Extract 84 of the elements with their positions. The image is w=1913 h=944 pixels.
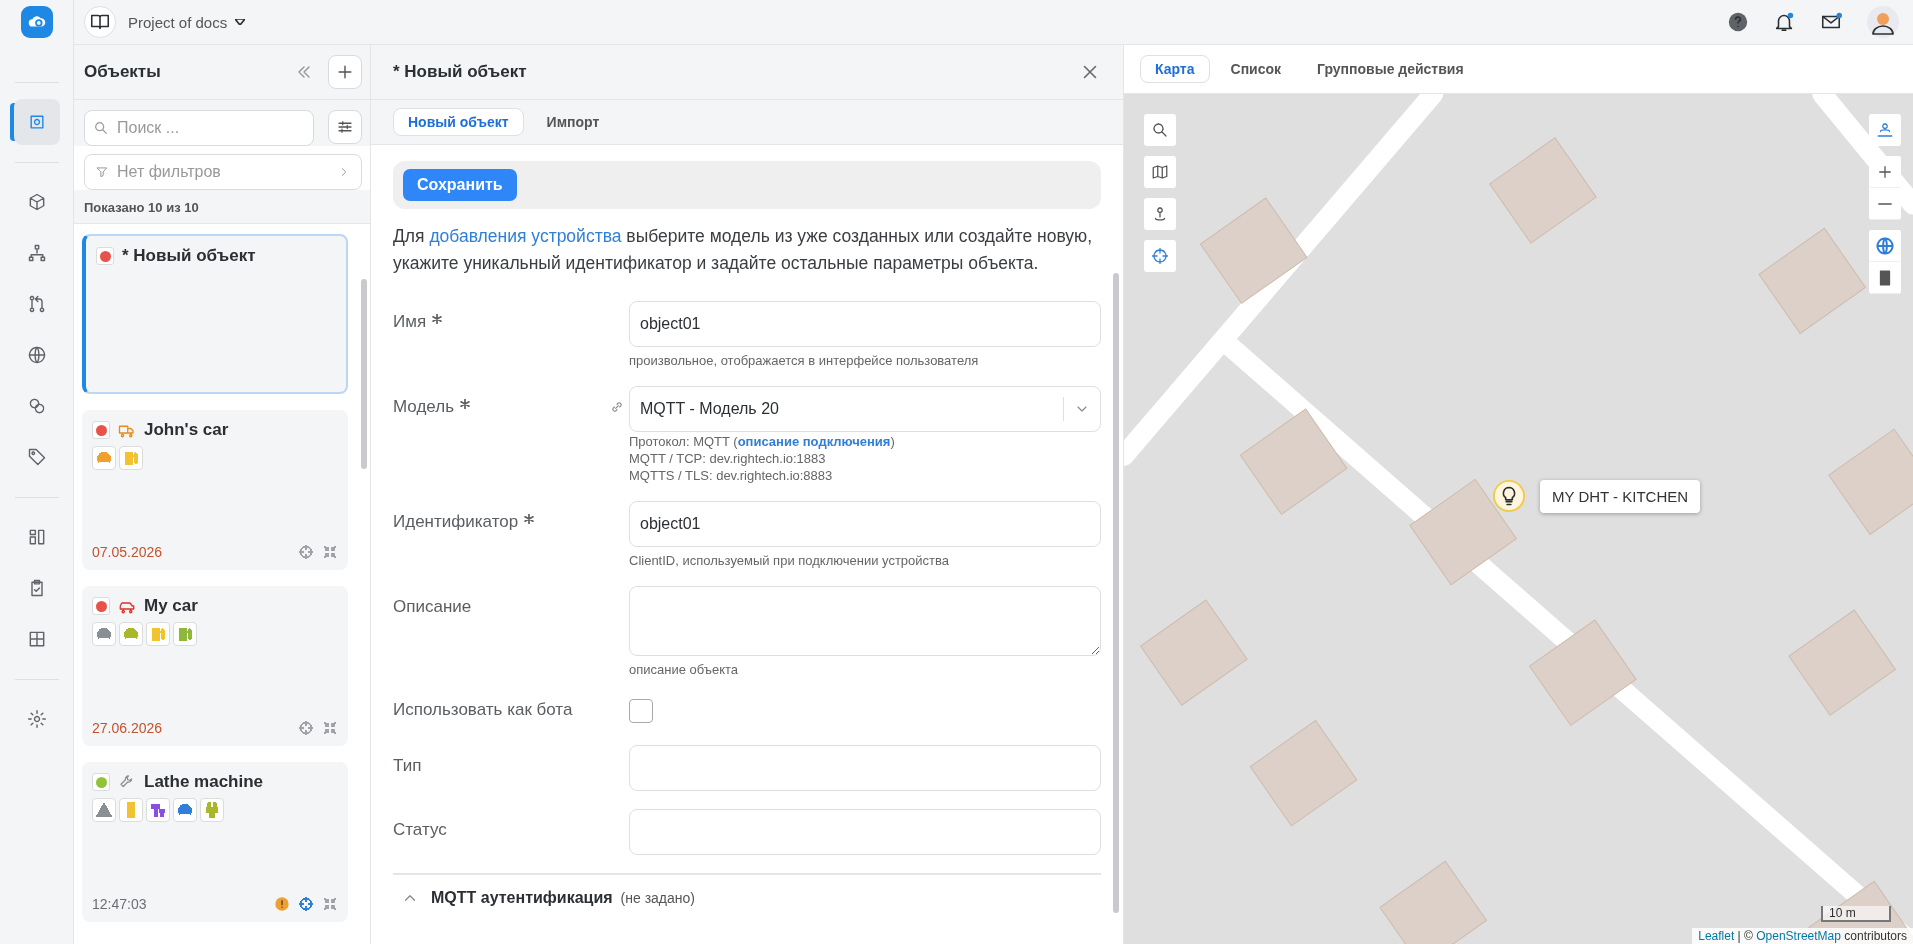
object-card[interactable]: John's car 07.05.2026: [82, 410, 348, 570]
leaflet-link[interactable]: Leaflet: [1698, 929, 1735, 943]
bell-icon[interactable]: [1773, 11, 1795, 33]
field-hint: ClientID, используемый при подключении устройства: [629, 553, 950, 568]
object-card[interactable]: * Новый объект: [82, 234, 348, 394]
panel-title: Объекты: [84, 62, 162, 82]
map-icon: [1151, 163, 1169, 181]
input-field[interactable]: [629, 809, 1101, 855]
map-attribution: Leaflet | © OpenStreetMap contributors: [1692, 928, 1913, 944]
form-title: * Новый объект: [393, 62, 528, 82]
field-hint: описание объекта: [629, 662, 739, 677]
zoom-in-button[interactable]: [1869, 156, 1901, 188]
section-title[interactable]: MQTT аутентификация: [431, 889, 613, 907]
search-icon: [1151, 121, 1169, 139]
scrollbar-thumb[interactable]: [361, 279, 367, 469]
connection-link[interactable]: описание подключения: [737, 434, 891, 449]
filter-settings-button[interactable]: [328, 110, 362, 144]
object-name: Lathe machine: [144, 772, 264, 792]
person-icon: [1876, 121, 1894, 139]
crosshair-icon[interactable]: [298, 544, 314, 560]
view-tab[interactable]: Карта: [1140, 55, 1210, 83]
field-label: Описание: [393, 597, 472, 617]
field-label: Использовать как бота: [393, 700, 573, 720]
field-label: Идентификатор: [393, 512, 519, 532]
help-icon[interactable]: [1727, 11, 1749, 33]
app-logo-icon[interactable]: [20, 6, 53, 38]
scrollbar-thumb[interactable]: [1113, 273, 1119, 913]
save-button[interactable]: Сохранить: [403, 169, 517, 201]
field-label: Тип: [393, 756, 422, 776]
sliders-icon: [336, 118, 354, 136]
object-card[interactable]: My car 27.06.2026: [82, 586, 348, 746]
input-field[interactable]: object01: [629, 501, 1101, 547]
protocol-text: Протокол: MQTT (описание подключения): [629, 434, 896, 449]
lightbulb-marker-icon[interactable]: [1492, 479, 1526, 513]
endpoint-text: MQTTS / TLS: dev.rightech.io:8883: [629, 468, 834, 483]
input-field[interactable]: [629, 745, 1101, 791]
field-label: Статус: [393, 820, 447, 840]
view-tab[interactable]: Групповые действия: [1302, 55, 1479, 83]
map-scale: 10 m: [1821, 906, 1891, 922]
osm-link[interactable]: OpenStreetMap: [1756, 929, 1841, 943]
map-crosshair-button[interactable]: [1144, 240, 1176, 272]
target-icon[interactable]: [13, 99, 60, 145]
map-person-pin-button[interactable]: [1144, 198, 1176, 230]
crosshair-icon: [1151, 247, 1169, 265]
book-icon[interactable]: [84, 6, 116, 38]
checkbox[interactable]: [629, 699, 653, 723]
locate-button[interactable]: [1869, 114, 1901, 146]
map-map-button[interactable]: [1144, 156, 1176, 188]
marker-tooltip: MY DHT - KITCHEN: [1540, 479, 1701, 513]
link-icon[interactable]: [609, 399, 625, 415]
object-name: John's car: [144, 420, 229, 440]
add-button[interactable]: [328, 55, 362, 89]
object-timestamp: 27.06.2026: [92, 720, 163, 736]
endpoint-text: MQTT / TCP: dev.rightech.io:1883: [629, 451, 827, 466]
minus-icon: [1878, 201, 1892, 206]
object-name: * Новый объект: [122, 246, 256, 266]
object-card[interactable]: Lathe machine 12:47:03: [82, 762, 348, 922]
view-tab[interactable]: Список: [1215, 55, 1297, 83]
project-selector[interactable]: Project of docs: [128, 13, 228, 31]
object-name: My car: [144, 596, 198, 616]
search-field[interactable]: Поиск ...: [84, 110, 314, 146]
search-icon: [93, 120, 109, 136]
globe-button[interactable]: [1869, 230, 1901, 262]
form-tab[interactable]: Импорт: [531, 108, 615, 136]
crosshair-icon[interactable]: [298, 720, 314, 736]
field-label: Имя: [393, 312, 427, 332]
intro-link[interactable]: добавления устройства: [429, 226, 622, 246]
alert-icon[interactable]: [274, 896, 290, 912]
form-tab[interactable]: Новый объект: [393, 108, 524, 136]
result-count: Показано 10 из 10: [74, 190, 370, 224]
globe-icon: [1875, 235, 1895, 256]
model-dropdown[interactable]: MQTT - Модель 20: [629, 386, 1101, 432]
object-timestamp: 07.05.2026: [92, 544, 163, 560]
filter-icon: [95, 165, 109, 179]
crosshair-icon[interactable]: [298, 896, 314, 912]
section-note: (не задано): [620, 890, 695, 906]
map-search-button[interactable]: [1144, 114, 1176, 146]
input-field[interactable]: object01: [629, 301, 1101, 347]
field-hint: произвольное, отображается в интерфейсе пользователя: [629, 353, 980, 368]
intro-text: Для добавления устройства выберите модель из уже созданных или создайте новую, укажите уникальный идентификатор и задайте остальные параметры объекта.: [393, 225, 1094, 275]
object-timestamp: 12:47:03: [92, 896, 147, 912]
caret-icon[interactable]: [235, 19, 246, 25]
field-label: Модель: [393, 397, 455, 417]
avatar-icon[interactable]: [1867, 6, 1899, 38]
